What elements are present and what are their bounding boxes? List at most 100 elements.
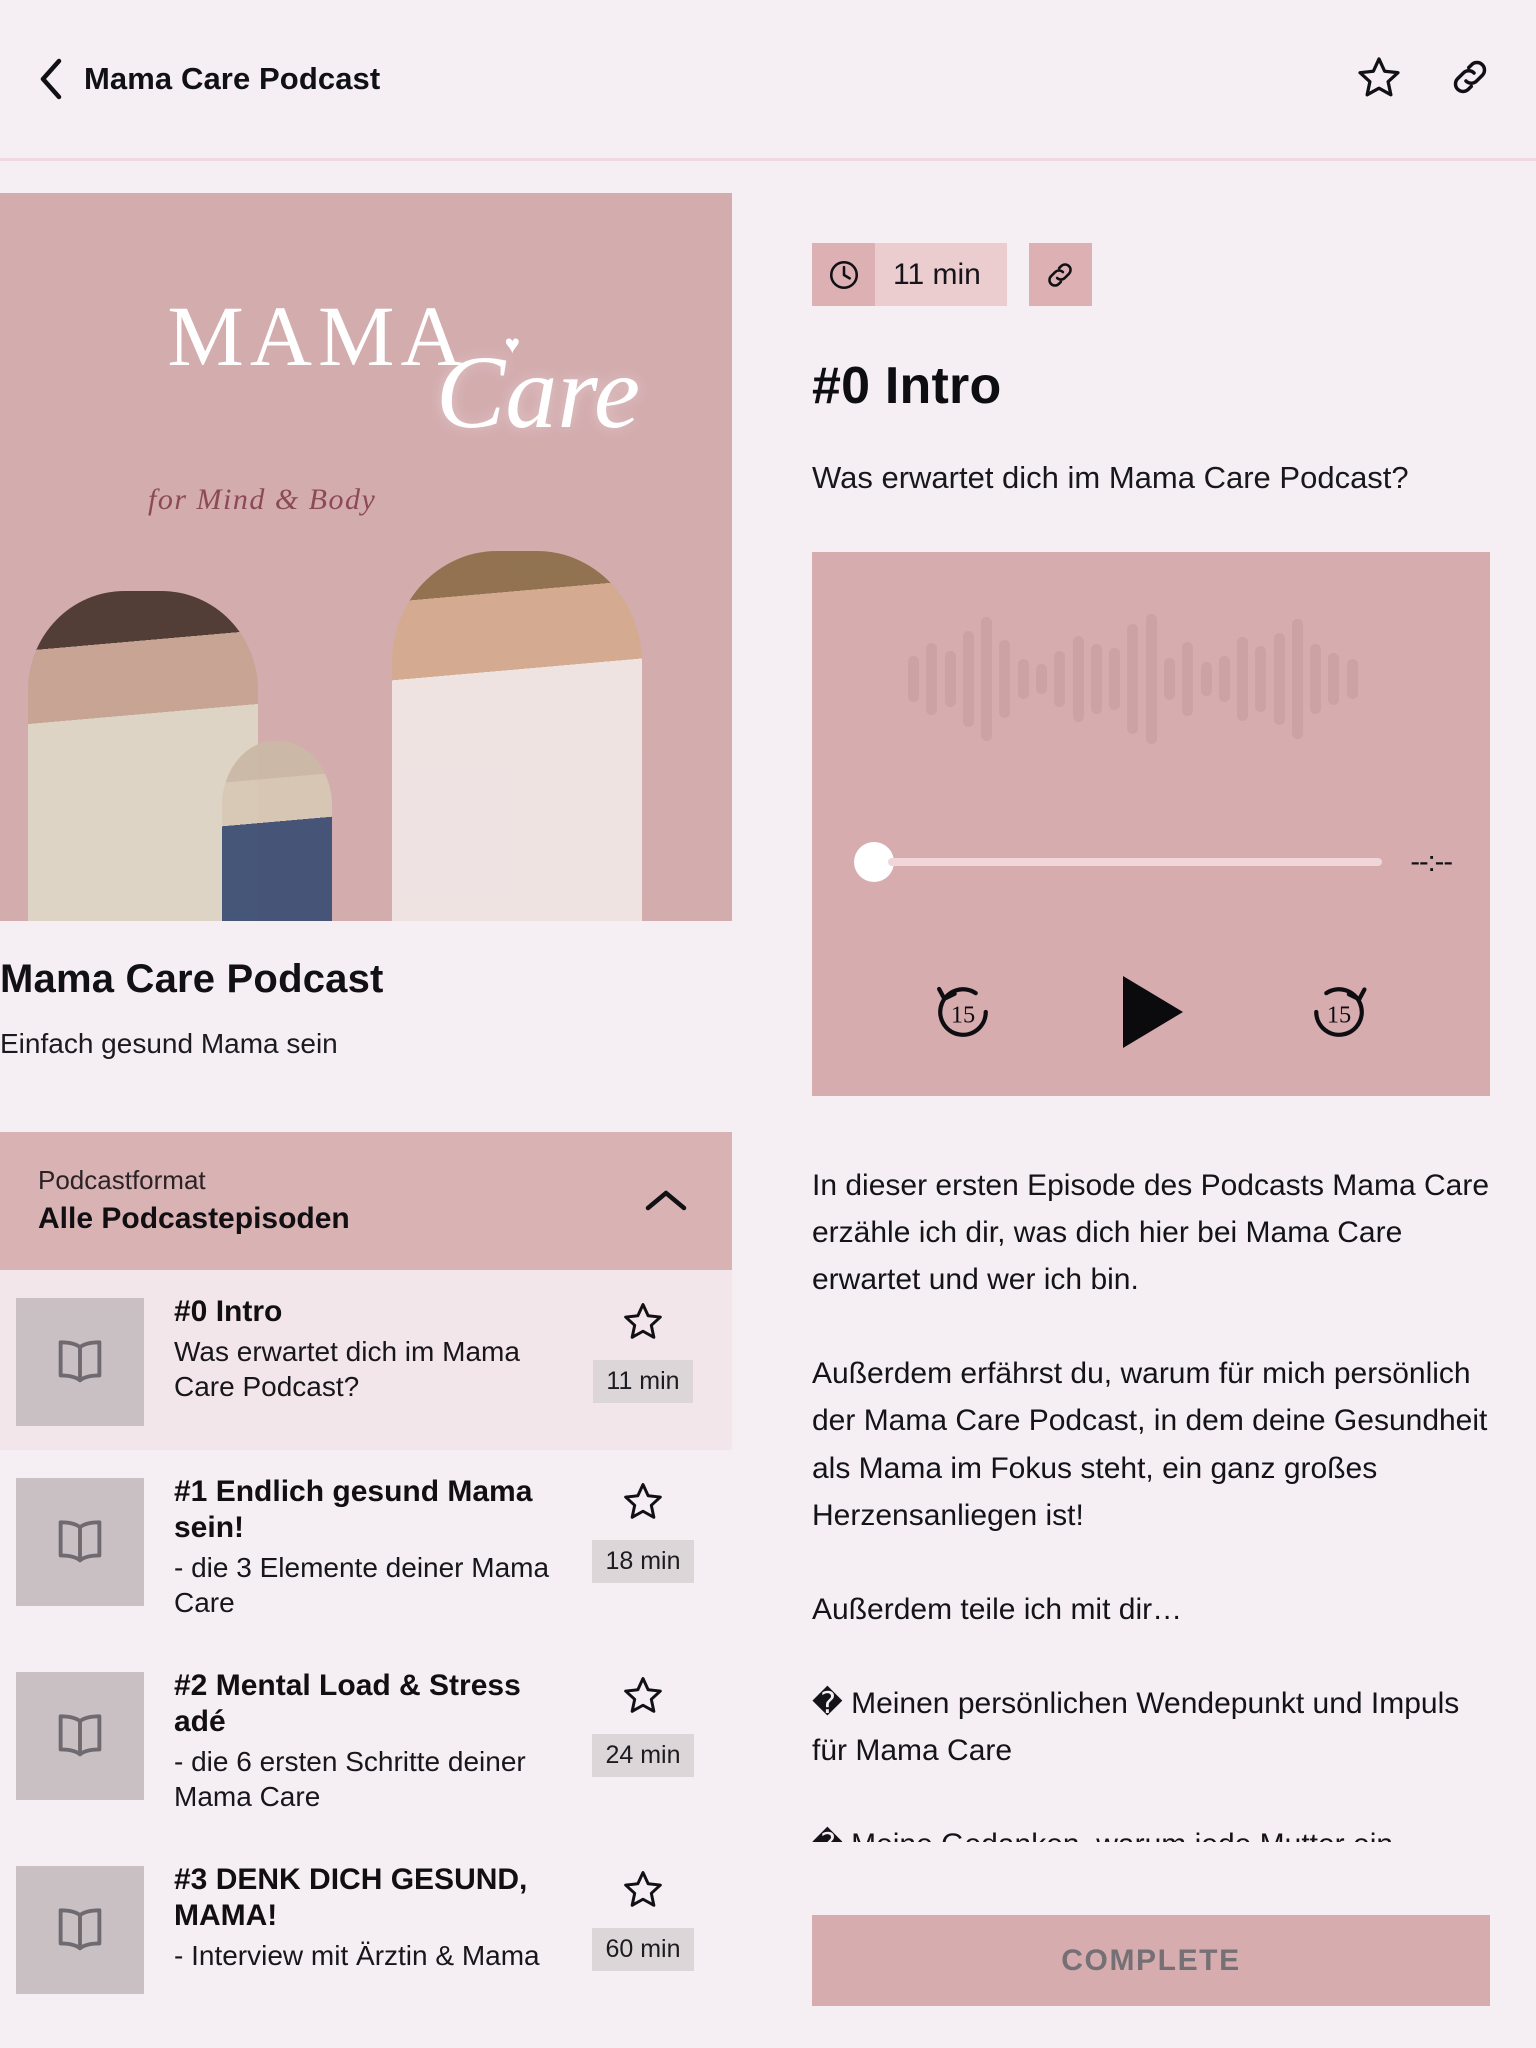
episode-list-item[interactable]: #2 Mental Load & Stress adé - die 6 erst…: [0, 1644, 732, 1838]
book-icon: [58, 1520, 102, 1563]
episode-thumbnail: [16, 1672, 144, 1800]
waveform-bar: [944, 651, 956, 707]
link-icon: [1453, 60, 1487, 93]
duration-chip-label: 11 min: [893, 257, 981, 291]
episode-meta: 18 min: [584, 1474, 702, 1583]
episode-meta: 24 min: [584, 1668, 702, 1777]
star-outline-icon[interactable]: [622, 1480, 664, 1522]
episode-description-body: In dieser ersten Episode des Podcasts Ma…: [812, 1169, 1490, 1842]
duration-chip[interactable]: 11 min: [812, 243, 1007, 306]
waveform-bar: [1127, 624, 1139, 734]
episode-duration: 60 min: [592, 1928, 694, 1971]
podcast-format-selector[interactable]: Podcastformat Alle Podcastepisoden: [0, 1132, 732, 1270]
episode-title: #1 Endlich gesund Mama sein!: [174, 1475, 533, 1544]
favorite-button[interactable]: [1356, 54, 1402, 105]
waveform-bar: [1291, 619, 1303, 739]
rewind-15-button[interactable]: 15: [924, 973, 1002, 1051]
episode-detail-panel: 11 min #0 Intro Was erwartet dich im Mam…: [812, 193, 1490, 2048]
waveform-bar: [1182, 642, 1194, 716]
episode-text-block: #3 DENK DICH GESUND, MAMA! - Interview m…: [144, 1862, 584, 1973]
episode-list: #0 Intro Was erwartet dich im Mama Care …: [0, 1270, 732, 2018]
waveform-bar: [999, 640, 1011, 718]
star-outline-icon[interactable]: [622, 1300, 664, 1342]
podcast-title: Mama Care Podcast: [0, 957, 384, 1001]
waveform-bar: [1072, 636, 1084, 722]
audio-waveform: [908, 614, 1358, 744]
book-icon: [58, 1908, 102, 1951]
svg-text:15: 15: [951, 1002, 975, 1029]
page-title: Mama Care Podcast: [84, 61, 381, 96]
episode-title: #0 Intro: [174, 1295, 283, 1328]
episode-link-button[interactable]: [1028, 243, 1092, 306]
book-icon: [58, 1714, 102, 1757]
forward-15-button[interactable]: 15: [1300, 973, 1378, 1051]
waveform-bar: [1035, 664, 1047, 694]
player-controls: 15 15: [812, 972, 1490, 1052]
podcast-sidebar: MAMA ♥ Care for Mind & Body Mama Care Po…: [0, 193, 732, 2048]
cover-photo-child: [222, 741, 332, 921]
podcast-detail-page: Mama Care Podcast MAMA ♥ Care for Mind &…: [0, 0, 1536, 2048]
waveform-bar: [1255, 646, 1267, 712]
seek-track[interactable]: [888, 858, 1383, 866]
waveform-bar: [1328, 653, 1340, 705]
waveform-bar: [962, 631, 974, 727]
episode-list-item[interactable]: #0 Intro Was erwartet dich im Mama Care …: [0, 1270, 732, 1450]
waveform-bar: [981, 617, 993, 741]
cover-brand-main: MAMA: [167, 288, 469, 384]
episode-title: #2 Mental Load & Stress adé: [174, 1669, 521, 1738]
episode-description: Was erwartet dich im Mama Care Podcast?: [174, 1336, 520, 1402]
header-actions: [1356, 54, 1492, 105]
rewind-15-icon: 15: [937, 986, 989, 1037]
waveform-bar: [1109, 648, 1121, 710]
complete-button[interactable]: COMPLETE: [812, 1915, 1490, 2006]
cover-brand-script: Care: [435, 335, 640, 450]
waveform-bar: [1218, 656, 1230, 702]
waveform-bar: [1346, 659, 1358, 699]
episode-meta: 11 min: [584, 1294, 702, 1403]
waveform-bar: [1090, 644, 1102, 714]
episode-description: - Interview mit Ärztin & Mama: [174, 1940, 540, 1971]
episode-list-item[interactable]: #3 DENK DICH GESUND, MAMA! - Interview m…: [0, 1838, 732, 2018]
waveform-bar: [908, 656, 919, 702]
play-button[interactable]: [1115, 972, 1187, 1052]
episode-text-block: #0 Intro Was erwartet dich im Mama Care …: [144, 1294, 584, 1404]
svg-text:15: 15: [1326, 1002, 1350, 1029]
chevron-up-icon: [645, 1190, 687, 1211]
link-icon: [1048, 262, 1073, 287]
duration-chip-icon-box: [812, 243, 875, 306]
waveform-bar: [1017, 659, 1029, 699]
episode-meta: 60 min: [584, 1862, 702, 1971]
play-icon: [1122, 976, 1183, 1048]
episode-heading: #0 Intro: [812, 357, 1002, 415]
episode-title: #3 DENK DICH GESUND, MAMA!: [174, 1863, 528, 1932]
waveform-bar: [1200, 662, 1212, 696]
episode-description: - die 6 ersten Schritte deiner Mama Care: [174, 1746, 526, 1812]
episode-duration: 18 min: [592, 1540, 694, 1583]
episode-thumbnail: [16, 1478, 144, 1606]
format-selector-value: Alle Podcastepisoden: [38, 1202, 350, 1236]
waveform-bar: [1310, 644, 1322, 714]
share-link-button[interactable]: [1448, 55, 1492, 104]
waveform-bar: [1237, 637, 1249, 721]
waveform-bar: [1145, 614, 1157, 744]
episode-text-block: #2 Mental Load & Stress adé - die 6 erst…: [144, 1668, 584, 1814]
episode-subtitle: Was erwartet dich im Mama Care Podcast?: [812, 460, 1409, 495]
waveform-bar: [1163, 658, 1175, 700]
star-outline-icon[interactable]: [622, 1868, 664, 1910]
episode-thumbnail: [16, 1866, 144, 1994]
header-left-group: Mama Care Podcast: [34, 56, 1356, 102]
format-selector-texts: Podcastformat Alle Podcastepisoden: [38, 1164, 644, 1239]
star-outline-icon[interactable]: [622, 1674, 664, 1716]
clock-icon: [829, 260, 858, 289]
cover-photo-coach: [392, 551, 642, 921]
audio-player: --:-- 15 15: [812, 552, 1490, 1096]
episode-list-item[interactable]: #1 Endlich gesund Mama sein! - die 3 Ele…: [0, 1450, 732, 1644]
book-icon: [58, 1340, 102, 1383]
seek-row: --:--: [812, 842, 1490, 882]
back-button[interactable]: [34, 56, 68, 102]
episode-thumbnail: [16, 1298, 144, 1426]
star-outline-icon: [1358, 56, 1400, 96]
podcast-cover-image: MAMA ♥ Care for Mind & Body: [0, 193, 732, 921]
waveform-bar: [1054, 651, 1066, 707]
episode-description: - die 3 Elemente deiner Mama Care: [174, 1552, 550, 1618]
